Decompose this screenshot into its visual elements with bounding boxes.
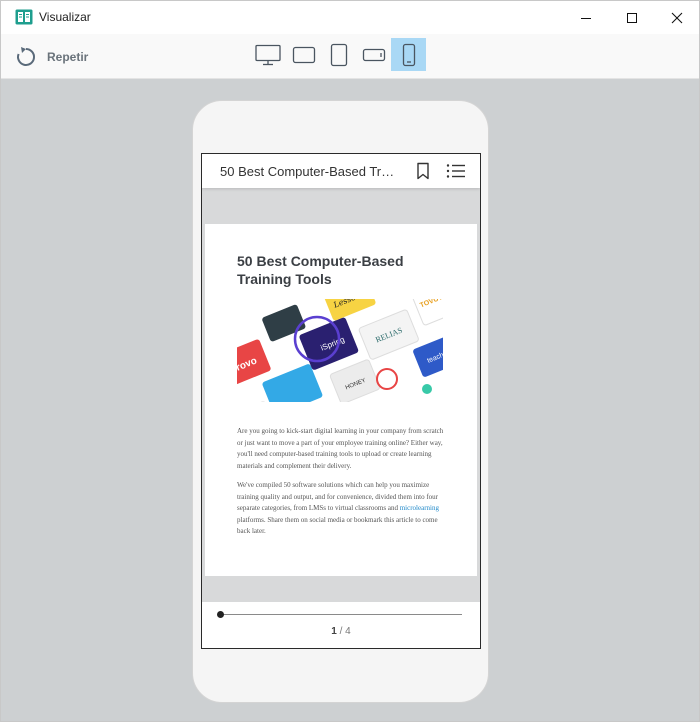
tablet-landscape-view-button[interactable]	[286, 38, 321, 71]
title-bar: Visualizar	[1, 1, 699, 34]
lesson-page: 50 Best Computer-Based Training Tools gr…	[205, 224, 477, 576]
current-page: 1	[331, 626, 337, 637]
page-indicator: 1 / 4	[202, 626, 480, 637]
progress-handle[interactable]	[217, 611, 224, 618]
page-separator: /	[339, 626, 343, 637]
total-pages: 4	[345, 626, 351, 637]
phone-frame: 50 Best Computer-Based Training Tools	[192, 100, 489, 703]
desktop-icon	[254, 44, 281, 65]
course-header: 50 Best Computer-Based Training Tools	[202, 154, 480, 188]
toolbar: Repetir	[1, 34, 699, 79]
bookmark-icon[interactable]	[414, 162, 432, 180]
desktop-view-button[interactable]	[250, 38, 285, 71]
maximize-icon	[627, 12, 637, 23]
phone-screen: 50 Best Computer-Based Training Tools	[201, 153, 481, 649]
menu-icon[interactable]	[446, 162, 466, 180]
summary-paragraph: We've compiled 50 software solutions whi…	[237, 480, 447, 538]
content-area: 50 Best Computer-Based Training Tools gr…	[202, 188, 480, 602]
minimize-button[interactable]	[563, 1, 609, 34]
course-title: 50 Best Computer-Based Training Tools	[220, 164, 395, 179]
page-title: 50 Best Computer-Based Training Tools	[237, 253, 404, 287]
phone-landscape-icon	[362, 48, 385, 61]
intro-paragraph: Are you going to kick-start digital lear…	[237, 427, 444, 470]
replay-icon	[17, 47, 35, 66]
microlearning-link[interactable]: microlearning	[400, 504, 439, 512]
minimize-icon	[581, 17, 591, 19]
progress-track[interactable]	[220, 614, 462, 615]
phone-portrait-view-button[interactable]	[391, 38, 426, 71]
tablet-portrait-icon	[330, 43, 347, 66]
window-title: Visualizar	[39, 10, 91, 24]
repeat-label: Repetir	[47, 50, 89, 64]
repeat-button[interactable]: Repetir	[15, 44, 88, 70]
maximize-button[interactable]	[609, 1, 655, 34]
preview-window: Visualizar Repetir 50 Best Computer-Base…	[0, 0, 700, 722]
tablet-portrait-view-button[interactable]	[321, 38, 356, 71]
close-icon	[671, 12, 683, 23]
close-button[interactable]	[654, 1, 699, 34]
book-icon	[15, 9, 33, 25]
hero-image: grovo iSpring Lessonly RELIAS	[237, 299, 443, 402]
summary-text-end: platforms. Share them on social media or…	[237, 515, 438, 536]
phone-portrait-icon	[402, 43, 415, 66]
preview-area: 50 Best Computer-Based Training Tools	[1, 79, 699, 721]
tablet-landscape-icon	[292, 46, 315, 63]
phone-landscape-view-button[interactable]	[356, 38, 391, 71]
course-footer: 1 / 4	[202, 602, 480, 648]
